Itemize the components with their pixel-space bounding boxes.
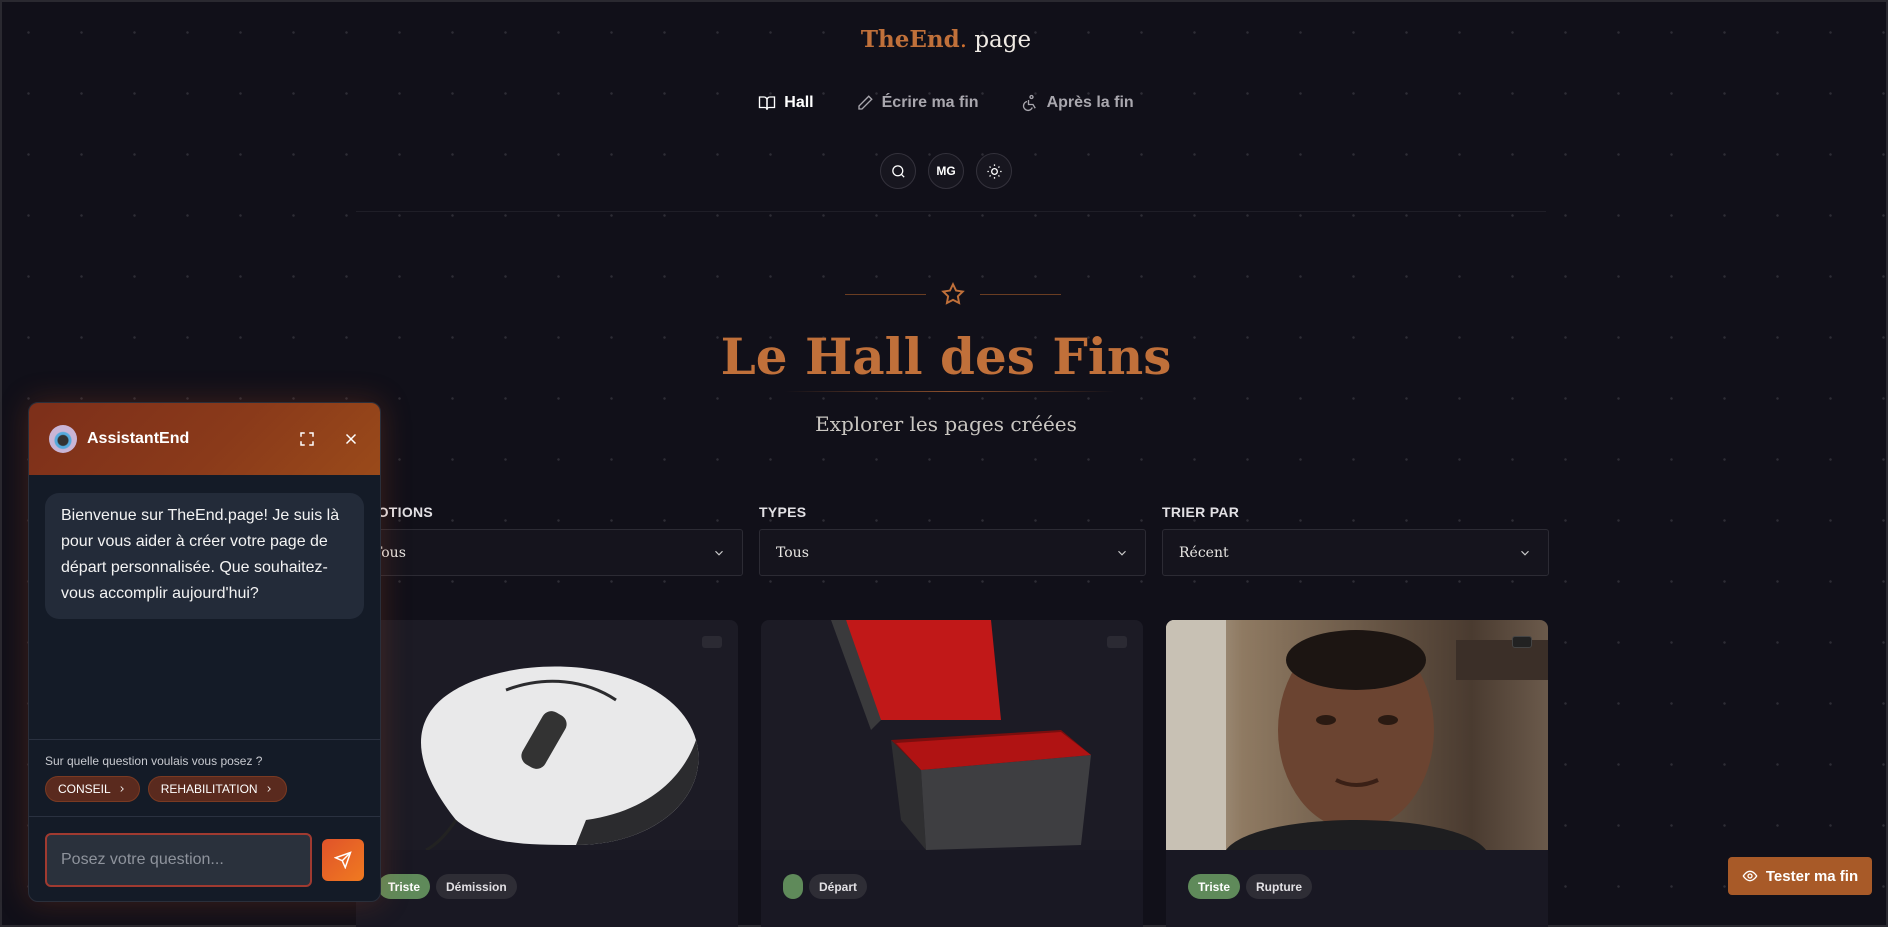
search-icon	[891, 164, 905, 178]
ornament-line-left	[845, 293, 926, 295]
tag-emotion[interactable]: Triste	[1188, 874, 1241, 899]
tag-emotion[interactable]: Triste	[378, 874, 431, 899]
nav-after-label: Après la fin	[1046, 94, 1134, 111]
book-icon	[759, 96, 776, 110]
pencil-icon	[857, 95, 873, 110]
chevron-right-icon	[120, 786, 124, 792]
logo-suffix: page	[974, 27, 1032, 53]
tag-emotion[interactable]	[783, 874, 803, 899]
tag-type[interactable]: Démission	[436, 874, 517, 899]
nav-write-label: Écrire ma fin	[881, 94, 979, 111]
chip-conseil-label: CONSEIL	[58, 782, 111, 796]
page-card[interactable]: Départ	[761, 620, 1143, 927]
theme-toggle-button[interactable]	[976, 153, 1012, 189]
card-badge	[1107, 636, 1127, 648]
chevron-down-icon	[1521, 550, 1529, 556]
filter-emotions: ÉMOTIONS Tous	[356, 504, 743, 576]
eye-icon	[1742, 870, 1758, 882]
logo-brand: TheEnd	[860, 26, 960, 53]
tag-type[interactable]: Rupture	[1246, 874, 1313, 899]
mouse-illustration	[421, 666, 699, 850]
page-card[interactable]: Triste Démission	[356, 620, 738, 927]
site-logo[interactable]: TheEnd. page	[2, 26, 1888, 53]
user-avatar-button[interactable]: MG	[928, 153, 964, 189]
card-badge	[1512, 636, 1532, 648]
card-tags: Triste Rupture	[1188, 874, 1313, 899]
card-image-box	[761, 620, 1143, 850]
header-divider	[356, 211, 1546, 212]
title-underline	[785, 391, 1115, 392]
filter-types-value: Tous	[776, 544, 809, 561]
nav-after[interactable]: Après la fin	[1021, 94, 1134, 112]
send-button[interactable]	[322, 839, 364, 881]
tag-type[interactable]: Départ	[809, 874, 868, 899]
search-button[interactable]	[880, 153, 916, 189]
box-illustration	[831, 620, 1091, 850]
filter-types: TYPES Tous	[759, 504, 1146, 576]
chevron-down-icon	[715, 550, 723, 556]
filter-sort-select[interactable]: Récent	[1162, 529, 1549, 576]
chat-input-row	[45, 833, 364, 887]
sun-icon	[986, 163, 1002, 179]
assistant-avatar	[49, 425, 77, 453]
card-tags: Départ	[783, 874, 868, 899]
wheelchair-icon	[1022, 94, 1036, 112]
ornament-line-right	[980, 293, 1061, 295]
suggestion-question: Sur quelle question voulais vous posez ?	[45, 754, 263, 768]
nav-write[interactable]: Écrire ma fin	[856, 94, 979, 112]
filter-emotions-select[interactable]: Tous	[356, 529, 743, 576]
filter-types-select[interactable]: Tous	[759, 529, 1146, 576]
assistant-message: Bienvenue sur TheEnd.page! Je suis là po…	[45, 493, 364, 619]
filter-types-label: TYPES	[759, 504, 807, 520]
chat-header: AssistantEnd	[29, 403, 380, 475]
header-tools: MG	[2, 153, 1888, 189]
close-icon[interactable]	[342, 430, 360, 448]
portrait-illustration	[1166, 620, 1548, 850]
card-tags: Triste Démission	[378, 874, 517, 899]
filter-emotions-label: ÉMOTIONS	[356, 504, 434, 520]
chip-rehabilitation[interactable]: REHABILITATION	[147, 776, 287, 802]
page-card[interactable]: Triste Rupture	[1166, 620, 1548, 927]
hero-ornament	[845, 281, 1061, 307]
filter-sort-value: Récent	[1179, 544, 1229, 561]
assistant-chat-panel: AssistantEnd Bienvenue sur TheEnd.page! …	[28, 402, 381, 902]
test-my-end-button[interactable]: Tester ma fin	[1728, 857, 1872, 895]
suggestion-chips: CONSEIL REHABILITATION	[45, 776, 364, 802]
card-image-mouse	[356, 620, 738, 850]
chat-input[interactable]	[45, 833, 312, 887]
filter-sort-label: TRIER PAR	[1162, 504, 1240, 520]
chevron-down-icon	[1118, 550, 1126, 556]
chat-title: AssistantEnd	[87, 430, 190, 447]
nav-hall-label: Hall	[784, 94, 814, 111]
expand-icon[interactable]	[298, 430, 316, 448]
chevron-right-icon	[267, 786, 271, 792]
suggestion-area: Sur quelle question voulais vous posez ?…	[29, 739, 380, 817]
chip-conseil[interactable]: CONSEIL	[45, 776, 140, 802]
card-badge	[702, 636, 722, 648]
star-icon	[941, 282, 965, 305]
main-nav: Hall Écrire ma fin Après la fin	[2, 94, 1888, 112]
page-title: Le Hall des Fins	[720, 327, 1172, 386]
filter-sort: TRIER PAR Récent	[1162, 504, 1549, 576]
test-my-end-label: Tester ma fin	[1765, 867, 1859, 885]
send-icon	[334, 851, 352, 869]
chip-rehabilitation-label: REHABILITATION	[160, 782, 258, 796]
card-image-portrait	[1166, 620, 1548, 850]
nav-hall[interactable]: Hall	[758, 94, 814, 112]
logo-dot: .	[959, 27, 968, 53]
